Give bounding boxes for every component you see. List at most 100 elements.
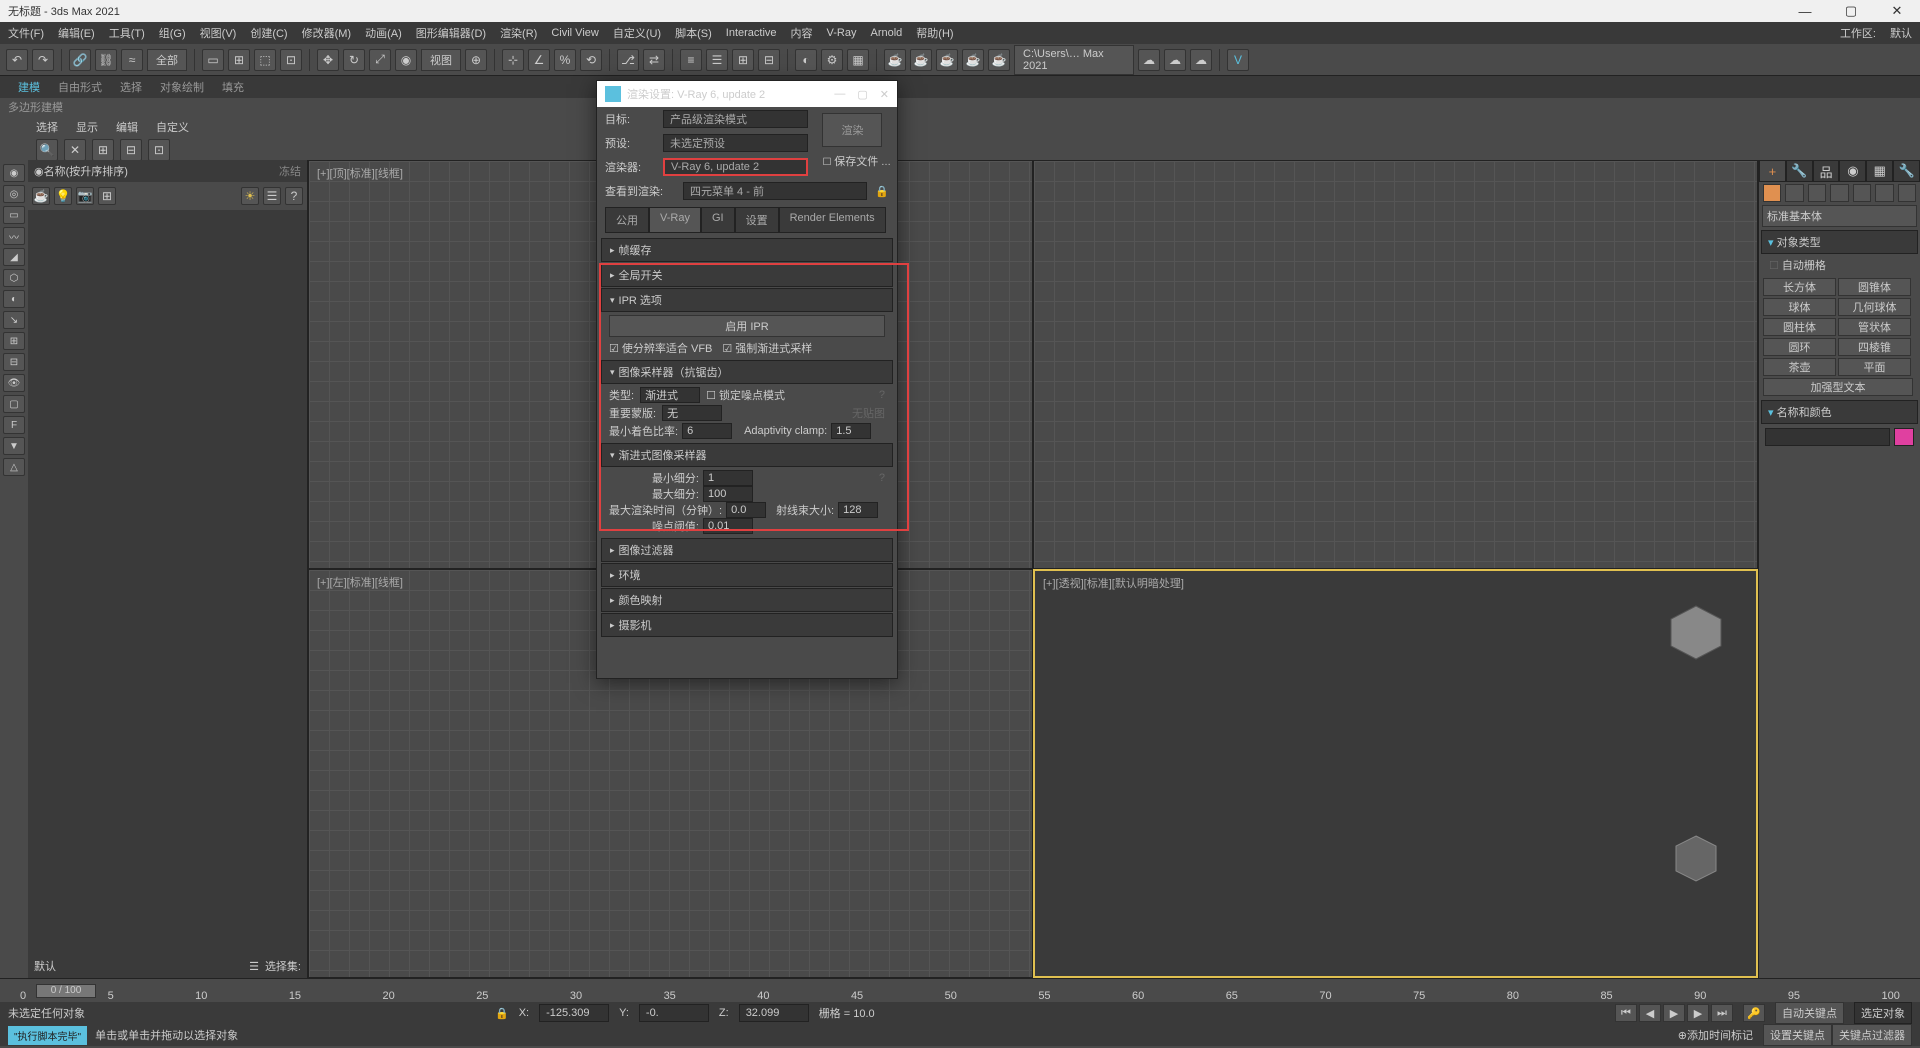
- sub-ribbon[interactable]: 多边形建模: [0, 98, 1920, 116]
- rollout-imgfilter[interactable]: 图像过滤器: [601, 538, 893, 562]
- selobj-dropdown[interactable]: 选定对象: [1854, 1002, 1912, 1024]
- menu-render[interactable]: 渲染(R): [500, 25, 537, 41]
- material-icon[interactable]: ◐: [795, 49, 817, 71]
- mask-dropdown[interactable]: 无: [662, 405, 722, 421]
- snap-icon[interactable]: ⊹: [502, 49, 524, 71]
- systems-tab[interactable]: [1898, 184, 1916, 202]
- lock-icon[interactable]: 🔒: [875, 185, 889, 198]
- select-region-icon[interactable]: ⬚: [254, 49, 276, 71]
- shapes-tab[interactable]: [1785, 184, 1803, 202]
- teapot-render-icon[interactable]: ☕: [884, 49, 906, 71]
- menu-script[interactable]: 脚本(S): [675, 25, 712, 41]
- render-button[interactable]: 渲染: [822, 113, 882, 147]
- minimize-button[interactable]: —: [1782, 0, 1828, 22]
- sel-custom[interactable]: 自定义: [156, 119, 189, 135]
- cone-button[interactable]: 圆锥体: [1838, 278, 1911, 296]
- menu-anim[interactable]: 动画(A): [365, 25, 402, 41]
- category-dropdown[interactable]: 标准基本体: [1762, 205, 1917, 227]
- target-dropdown[interactable]: 产品级渲染模式: [663, 110, 808, 128]
- keyfilter-button[interactable]: 关键点过滤器: [1832, 1024, 1912, 1046]
- noise-input[interactable]: 0.01: [703, 518, 753, 534]
- preset-dropdown[interactable]: 未选定预设: [663, 134, 808, 152]
- scene-tree[interactable]: [28, 210, 307, 954]
- strip-icon[interactable]: ◐: [3, 290, 25, 308]
- vray-icon[interactable]: V: [1227, 49, 1249, 71]
- select-icon[interactable]: ▭: [202, 49, 224, 71]
- renderer-dropdown[interactable]: V-Ray 6, update 2: [663, 158, 808, 176]
- minshade-input[interactable]: 6: [682, 423, 732, 439]
- goto-end-button[interactable]: ⏭: [1711, 1004, 1733, 1022]
- lock-icon[interactable]: 🔒: [495, 1007, 509, 1020]
- strip-icon[interactable]: △: [3, 458, 25, 476]
- sphere-button[interactable]: 球体: [1763, 298, 1836, 316]
- undo-icon[interactable]: ↶: [6, 49, 28, 71]
- strip-icon[interactable]: F: [3, 416, 25, 434]
- create-tab[interactable]: +: [1759, 160, 1786, 182]
- viewport-front[interactable]: [1033, 160, 1758, 569]
- y-coord[interactable]: -0.: [639, 1004, 709, 1022]
- strip-icon[interactable]: ▢: [3, 395, 25, 413]
- strip-icon[interactable]: ⬡: [3, 269, 25, 287]
- autokey-button[interactable]: 自动关键点: [1775, 1002, 1844, 1024]
- dialog-maximize[interactable]: ▢: [857, 88, 867, 101]
- align-icon[interactable]: ≡: [680, 49, 702, 71]
- geometry-tab[interactable]: [1763, 184, 1781, 202]
- torus-button[interactable]: 圆环: [1763, 338, 1836, 356]
- viewcube-icon[interactable]: [1656, 591, 1736, 671]
- coord-dropdown[interactable]: 视图: [421, 49, 461, 71]
- lock-noise-check[interactable]: ☐ 锁定噪点模式: [706, 387, 785, 403]
- menu-group[interactable]: 组(G): [159, 25, 186, 41]
- lights-tab[interactable]: [1808, 184, 1826, 202]
- rollout-global[interactable]: 全局开关: [601, 263, 893, 287]
- tab-common[interactable]: 公用: [605, 207, 649, 233]
- mirror-icon[interactable]: ⇄: [643, 49, 665, 71]
- sel-select[interactable]: 选择: [36, 119, 58, 135]
- tab-gi[interactable]: GI: [701, 207, 735, 233]
- maxtime-input[interactable]: 0.0: [726, 502, 766, 518]
- cloud3-icon[interactable]: ☁: [1190, 49, 1212, 71]
- tube-button[interactable]: 管状体: [1838, 318, 1911, 336]
- ipr-button[interactable]: 启用 IPR: [609, 315, 885, 337]
- redo-icon[interactable]: ↷: [32, 49, 54, 71]
- helpers-tab[interactable]: [1853, 184, 1871, 202]
- name-color-header[interactable]: ▾ 名称和颜色: [1761, 400, 1918, 424]
- fit-vfb-check[interactable]: ☑ 使分辨率适合 VFB: [609, 340, 712, 356]
- light-icon[interactable]: 💡: [54, 187, 72, 205]
- list-icon[interactable]: ☰: [263, 187, 281, 205]
- menu-help[interactable]: 帮助(H): [916, 25, 953, 41]
- strip-icon[interactable]: ▼: [3, 437, 25, 455]
- render-setup-icon[interactable]: ⚙: [821, 49, 843, 71]
- render-frame-icon[interactable]: ▦: [847, 49, 869, 71]
- geosphere-button[interactable]: 几何球体: [1838, 298, 1911, 316]
- hierarchy-tab[interactable]: 品: [1813, 160, 1840, 182]
- tool-icon5[interactable]: ⊡: [148, 139, 170, 161]
- strip-icon[interactable]: ◢: [3, 248, 25, 266]
- rollout-colormap[interactable]: 颜色映射: [601, 588, 893, 612]
- layers-icon[interactable]: ☰: [249, 960, 259, 973]
- teapot-button[interactable]: 茶壶: [1763, 358, 1836, 376]
- force-prog-check[interactable]: ☑ 强制渐进式采样: [722, 340, 812, 356]
- textplus-button[interactable]: 加强型文本: [1763, 378, 1913, 396]
- menu-arnold[interactable]: Arnold: [871, 27, 903, 39]
- link-icon[interactable]: 🔗: [69, 49, 91, 71]
- menu-content[interactable]: 内容: [791, 25, 813, 41]
- scale-icon[interactable]: ⤢: [369, 49, 391, 71]
- menu-interactive[interactable]: Interactive: [726, 27, 777, 39]
- cloud2-icon[interactable]: ☁: [1164, 49, 1186, 71]
- menu-custom[interactable]: 自定义(U): [613, 25, 661, 41]
- help-icon[interactable]: ?: [285, 187, 303, 205]
- tab-elements[interactable]: Render Elements: [779, 207, 886, 233]
- play-button[interactable]: ▶: [1663, 1004, 1685, 1022]
- dialog-titlebar[interactable]: 渲染设置: V-Ray 6, update 2 — ▢ ✕: [597, 81, 897, 107]
- menu-graph[interactable]: 图形编辑器(D): [416, 25, 486, 41]
- tool-icon2[interactable]: ✕: [64, 139, 86, 161]
- tab-settings[interactable]: 设置: [735, 207, 779, 233]
- filter-dropdown[interactable]: 全部: [147, 49, 187, 71]
- autogrid-checkbox[interactable]: ☐ 自动栅格: [1761, 254, 1918, 276]
- rotate-icon[interactable]: ↻: [343, 49, 365, 71]
- menu-view[interactable]: 视图(V): [200, 25, 237, 41]
- plane-button[interactable]: 平面: [1838, 358, 1911, 376]
- camera-icon[interactable]: 📷: [76, 187, 94, 205]
- minsub-input[interactable]: 1: [703, 470, 753, 486]
- pivot-icon[interactable]: ⊕: [465, 49, 487, 71]
